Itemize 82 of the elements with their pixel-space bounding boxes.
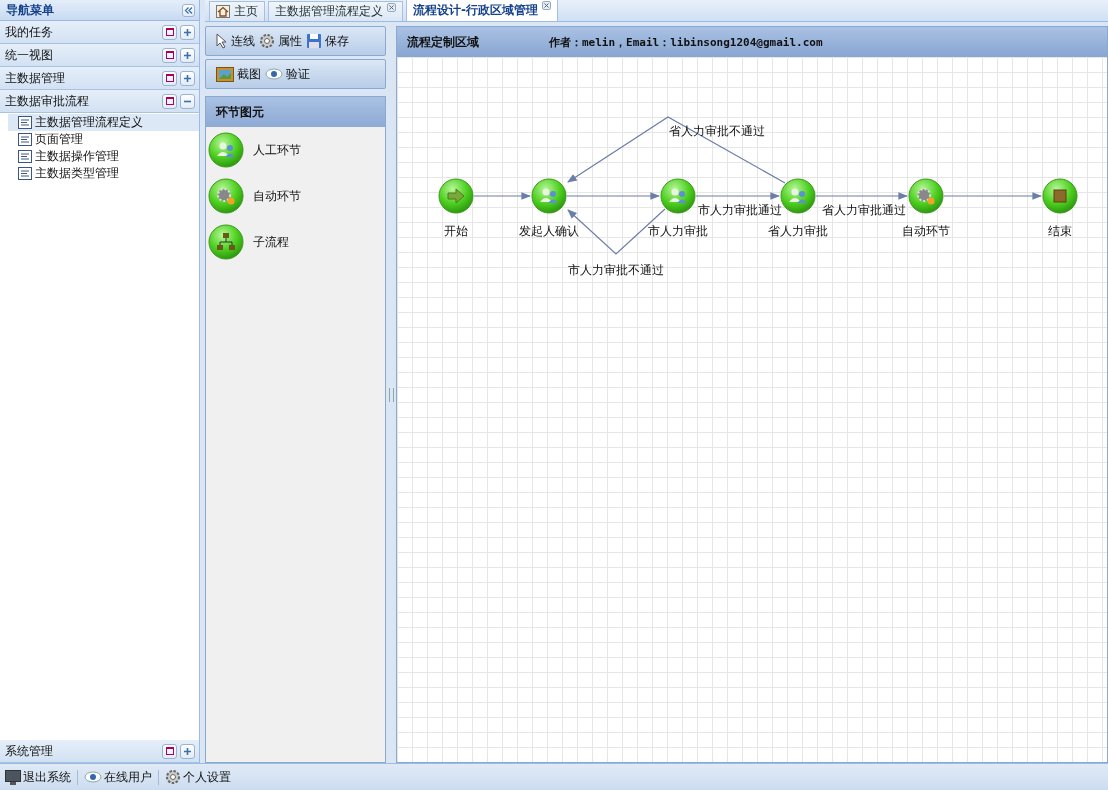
connector-arrow[interactable] [695, 192, 780, 200]
connector-arrow[interactable] [473, 192, 531, 200]
accordion-header[interactable]: 统一视图 [0, 44, 199, 67]
close-icon[interactable] [387, 3, 396, 12]
connector-arrow[interactable] [943, 192, 1042, 200]
expand-icon[interactable] [180, 70, 195, 86]
accordion-header[interactable]: 主数据审批流程 [0, 90, 199, 113]
accordion-header[interactable]: 我的任务 [0, 21, 199, 44]
tree-item-label: 主数据操作管理 [35, 148, 119, 165]
section-title: 我的任务 [5, 23, 53, 41]
tree-item[interactable]: 主数据类型管理 [8, 165, 199, 182]
save-icon [306, 33, 322, 49]
node-label: 结束 [1048, 222, 1072, 240]
connector-label: 省人力审批通过 [822, 201, 906, 219]
tab[interactable]: 流程设计-行政区域管理 [406, 0, 558, 21]
status-bar-link[interactable]: 在线用户 [84, 768, 152, 786]
start-node [438, 178, 474, 214]
gear-icon [208, 178, 244, 214]
user-task-node [780, 178, 816, 214]
end-node [1042, 178, 1078, 214]
document-icon [18, 150, 32, 163]
monitor-icon [5, 769, 21, 785]
status-bar-link[interactable]: 退出系统 [5, 768, 71, 786]
tree-item[interactable]: 主数据管理流程定义 [8, 114, 199, 131]
connector-label: 市人力审批通过 [698, 201, 782, 219]
auto-task-node [908, 178, 944, 214]
author-text: 作者：melin，Email：libinsong1204@gmail.com [549, 34, 823, 50]
palette-item[interactable]: 人工环节 [206, 127, 385, 173]
node-label: 市人力审批 [648, 222, 708, 240]
picture-icon [216, 66, 234, 82]
tree-item-label: 页面管理 [35, 131, 83, 148]
toolbar-button[interactable]: 截图 [216, 65, 261, 83]
section-title: 主数据审批流程 [5, 92, 89, 110]
section-title: 主数据管理 [5, 69, 65, 87]
toolbar-button[interactable]: 连线 [216, 32, 255, 50]
settings-icon [259, 33, 275, 49]
palette-item[interactable]: 子流程 [206, 219, 385, 265]
pointer-icon [216, 33, 228, 49]
section-title: 统一视图 [5, 46, 53, 64]
canvas-title: 流程定制区域 [407, 33, 479, 51]
status-bar-link[interactable]: 个人设置 [165, 768, 231, 786]
node-label: 开始 [444, 222, 468, 240]
expand-icon[interactable] [180, 24, 195, 40]
collapse-button[interactable] [182, 3, 195, 17]
panel-title: 环节图元 [216, 103, 264, 121]
eye-icon [84, 771, 102, 783]
toolbar-button[interactable]: 属性 [259, 32, 302, 50]
node-label: 省人力审批 [768, 222, 828, 240]
palette-item[interactable]: 自动环节 [206, 173, 385, 219]
expand-icon[interactable] [180, 47, 195, 63]
accordion-header[interactable]: 系统管理 [0, 740, 199, 763]
user-task-node [660, 178, 696, 214]
tree-item[interactable]: 主数据操作管理 [8, 148, 199, 165]
eye-icon [265, 68, 283, 80]
expand-icon[interactable] [180, 743, 195, 759]
hierarchy-icon [208, 224, 244, 260]
tab[interactable]: 主数据管理流程定义 [268, 1, 403, 21]
node-label: 发起人确认 [519, 222, 579, 240]
document-icon [18, 116, 32, 129]
tree-item[interactable]: 页面管理 [8, 131, 199, 148]
sidebar-title: 导航菜单 [6, 1, 54, 19]
tab[interactable]: 主页 [209, 1, 265, 21]
user-task-node [531, 178, 567, 214]
user-icon [208, 132, 244, 168]
tree-item-label: 主数据管理流程定义 [35, 114, 143, 131]
home-icon [216, 5, 230, 18]
connector-label: 省人力审批不通过 [669, 122, 765, 140]
tree-item-label: 主数据类型管理 [35, 165, 119, 182]
toolbar-button[interactable]: 保存 [306, 32, 349, 50]
settings-icon [165, 769, 181, 785]
section-title: 系统管理 [5, 742, 53, 760]
document-icon [18, 133, 32, 146]
connector-label: 市人力审批不通过 [568, 261, 664, 279]
toolbar-button[interactable]: 验证 [265, 65, 310, 83]
connector-arrow[interactable] [815, 192, 908, 200]
node-label: 自动环节 [902, 222, 950, 240]
connector-arrow[interactable] [567, 116, 786, 184]
close-icon[interactable] [542, 1, 551, 10]
document-icon [18, 167, 32, 180]
accordion-header[interactable]: 主数据管理 [0, 67, 199, 90]
connector-arrow[interactable] [566, 192, 660, 200]
collapse-icon[interactable] [180, 93, 195, 109]
